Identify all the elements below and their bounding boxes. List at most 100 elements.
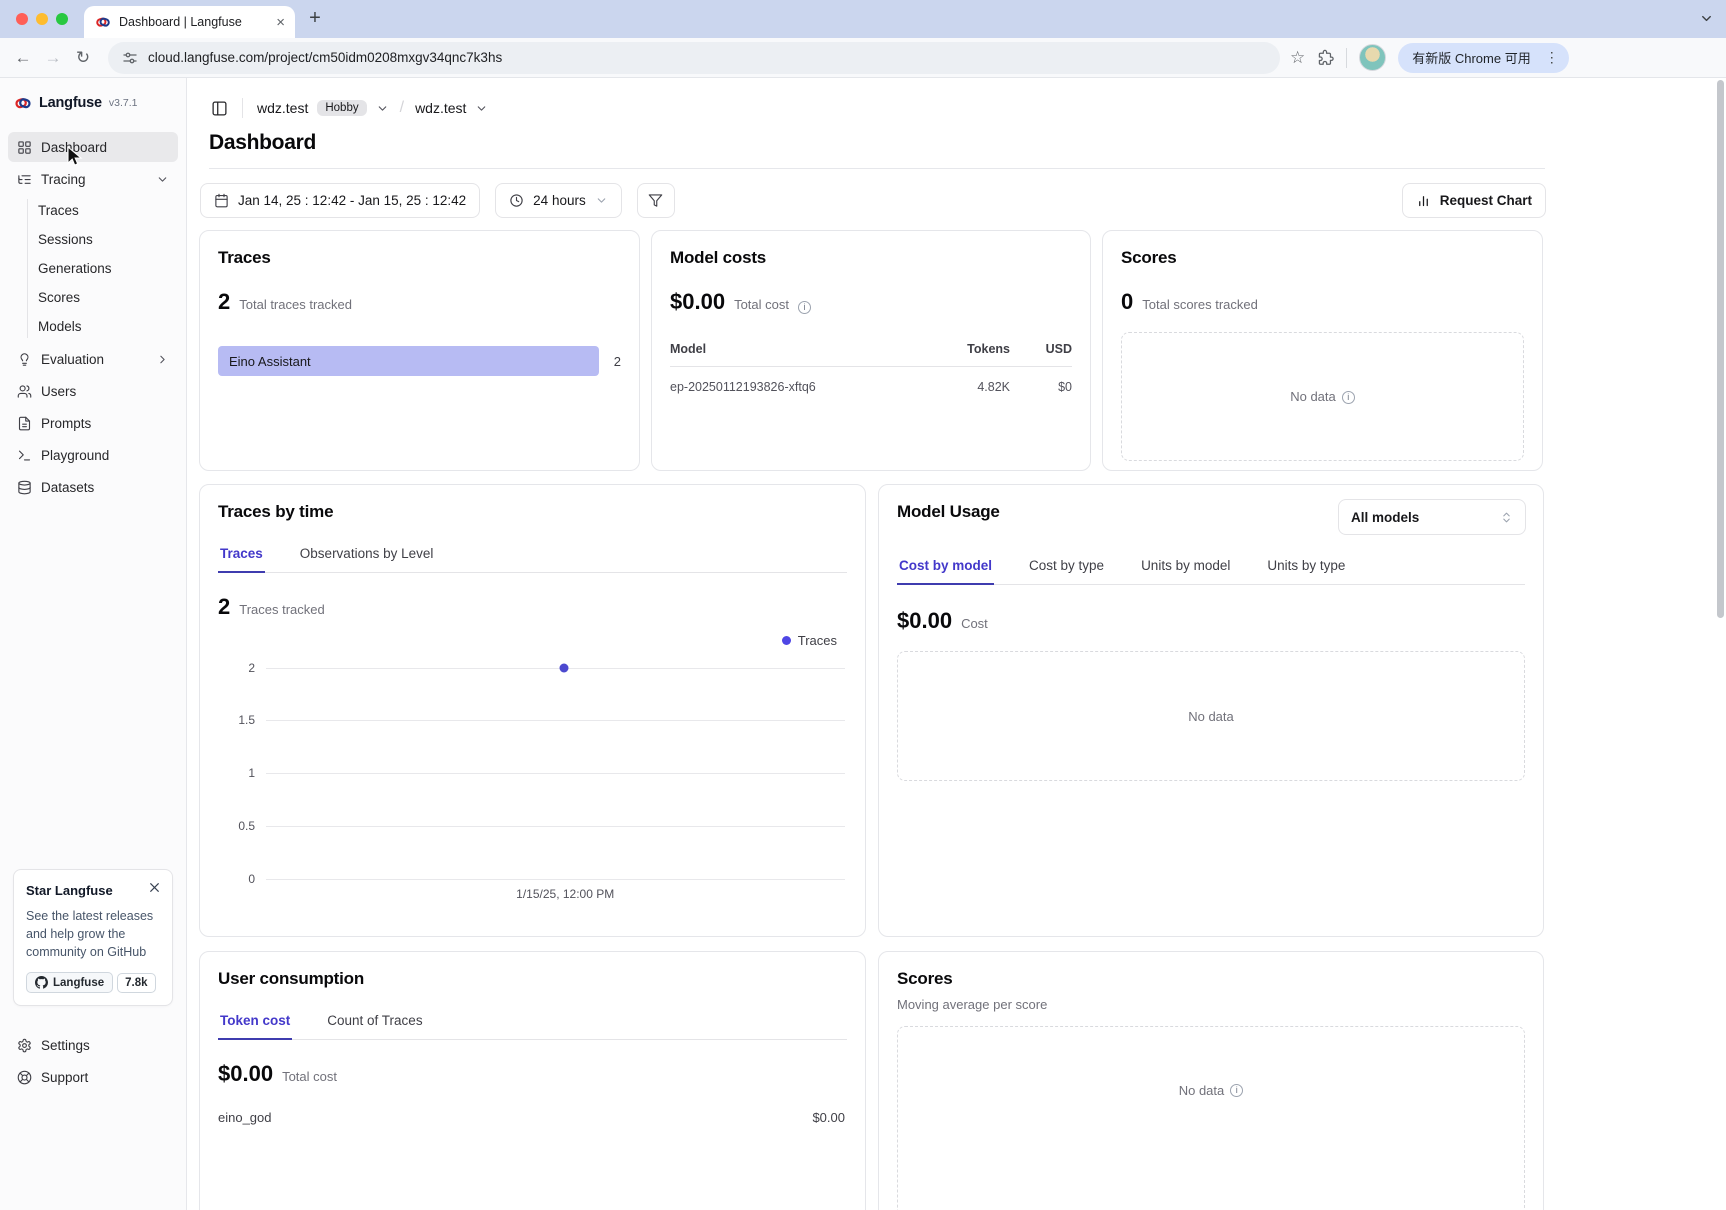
header-divider: [209, 168, 1545, 169]
sidebar-toggle-icon[interactable]: [211, 100, 228, 117]
card-title: Model costs: [670, 248, 1072, 268]
extensions-puzzle-icon[interactable]: [1317, 49, 1334, 66]
gridline: 0.5: [266, 826, 845, 827]
sidebar-item-users[interactable]: Users: [8, 376, 178, 406]
y-axis-tick: 0: [248, 872, 255, 886]
profile-avatar[interactable]: [1359, 44, 1386, 71]
legend-dot-icon: [782, 636, 791, 645]
tab-observations-by-level[interactable]: Observations by Level: [298, 536, 436, 572]
sub-item-label: Models: [38, 319, 82, 334]
filter-button[interactable]: [637, 183, 675, 218]
no-data-placeholder: No data i: [1121, 332, 1524, 461]
table-row: ep-20250112193826-xftq6 4.82K $0: [670, 367, 1072, 394]
tokens-cell: 4.82K: [925, 380, 1010, 394]
card-title: Traces: [218, 248, 621, 268]
sidebar-item-evaluation[interactable]: Evaluation: [8, 344, 178, 374]
new-tab-button[interactable]: +: [303, 7, 327, 30]
tab-count-of-traces[interactable]: Count of Traces: [325, 1003, 424, 1039]
forward-button[interactable]: →: [38, 48, 68, 68]
tab-search-chevron-icon[interactable]: [1699, 11, 1714, 26]
lightbulb-icon: [17, 352, 32, 367]
sidebar-item-traces[interactable]: Traces: [0, 196, 186, 225]
time-window-select[interactable]: 24 hours: [495, 183, 622, 218]
y-axis-tick: 1: [248, 766, 255, 780]
total-cost-value: $0.00: [670, 289, 725, 315]
trace-name-bar[interactable]: Eino Assistant: [218, 346, 599, 376]
star-langfuse-card: Star Langfuse See the latest releases an…: [13, 869, 173, 1006]
sidebar-item-prompts[interactable]: Prompts: [8, 408, 178, 438]
gridline: 1: [266, 773, 845, 774]
bar-chart-icon: [1416, 193, 1431, 208]
github-star-count[interactable]: 7.8k: [117, 973, 155, 993]
gridline: 1.5: [266, 720, 845, 721]
sidebar-item-playground[interactable]: Playground: [8, 440, 178, 470]
model-usage-stat: $0.00 Cost: [897, 608, 1525, 634]
traces-by-time-tabs: Traces Observations by Level: [218, 536, 847, 573]
window-zoom-button[interactable]: [56, 13, 68, 25]
legend-label: Traces: [798, 633, 837, 648]
tab-traces[interactable]: Traces: [218, 536, 265, 572]
github-repo-label: Langfuse: [53, 977, 104, 989]
reload-button[interactable]: ↻: [68, 48, 98, 68]
life-buoy-icon: [17, 1070, 32, 1085]
window-close-button[interactable]: [16, 13, 28, 25]
model-usage-card: Model Usage All models Cost by model Cos…: [878, 484, 1544, 937]
tab-cost-by-model[interactable]: Cost by model: [897, 548, 994, 584]
close-icon[interactable]: [148, 881, 161, 894]
tab-cost-by-type[interactable]: Cost by type: [1027, 548, 1106, 584]
user-row[interactable]: eino_god $0.00: [218, 1110, 847, 1125]
address-bar[interactable]: cloud.langfuse.com/project/cm50idm0208mx…: [108, 42, 1280, 74]
tab-close-icon[interactable]: ×: [276, 15, 285, 30]
traces-chart-xaxis: 1/15/25, 12:00 PM: [266, 879, 847, 905]
sidebar-item-dashboard[interactable]: Dashboard: [8, 132, 178, 162]
scores-stat: 0 Total scores tracked: [1121, 289, 1524, 315]
url-text: cloud.langfuse.com/project/cm50idm0208mx…: [148, 50, 502, 65]
github-repo-button[interactable]: Langfuse: [26, 972, 113, 993]
back-button[interactable]: ←: [8, 48, 38, 68]
user-cost: $0.00: [812, 1110, 845, 1125]
chevron-down-icon[interactable]: [376, 102, 389, 115]
sidebar-item-label: Dashboard: [41, 140, 107, 155]
column-header: USD: [1010, 342, 1072, 356]
grid-icon: [17, 140, 32, 155]
toolbar-right-cluster: ☆ 有新版 Chrome 可用 ⋮: [1290, 43, 1569, 73]
page-title: Dashboard: [199, 131, 1726, 155]
org-name[interactable]: wdz.test: [257, 100, 308, 116]
browser-tab[interactable]: Dashboard | Langfuse ×: [84, 6, 295, 38]
trace-name-bar-row: Eino Assistant 2: [218, 346, 621, 376]
project-name[interactable]: wdz.test: [415, 100, 466, 116]
bookmark-star-icon[interactable]: ☆: [1290, 48, 1305, 68]
no-data-text: No data: [1179, 1083, 1225, 1098]
breadcrumb: wdz.test Hobby / wdz.test: [199, 94, 1726, 122]
sidebar-item-scores[interactable]: Scores: [0, 283, 186, 312]
chrome-update-button[interactable]: 有新版 Chrome 可用 ⋮: [1398, 43, 1568, 73]
data-point[interactable]: [560, 663, 569, 672]
page-scrollbar[interactable]: [1717, 80, 1724, 618]
info-icon[interactable]: i: [798, 301, 811, 314]
y-axis-tick: 2: [248, 661, 255, 675]
sidebar-item-support[interactable]: Support: [8, 1062, 178, 1092]
browser-menu-kebab-icon[interactable]: ⋮: [1541, 49, 1563, 66]
chevron-down-icon[interactable]: [475, 102, 488, 115]
funnel-icon: [648, 193, 663, 208]
sidebar-item-sessions[interactable]: Sessions: [0, 225, 186, 254]
sidebar-item-generations[interactable]: Generations: [0, 254, 186, 283]
date-range-picker[interactable]: Jan 14, 25 : 12:42 - Jan 15, 25 : 12:42: [200, 183, 480, 218]
sidebar-item-tracing[interactable]: Tracing: [8, 164, 178, 194]
sidebar-item-settings[interactable]: Settings: [8, 1030, 178, 1060]
main-content: wdz.test Hobby / wdz.test Dashboard Jan …: [187, 78, 1726, 1210]
tab-units-by-model[interactable]: Units by model: [1139, 548, 1232, 584]
request-chart-button[interactable]: Request Chart: [1402, 183, 1546, 218]
traces-count: 2: [218, 289, 230, 315]
sidebar-item-models[interactable]: Models: [0, 312, 186, 341]
scores-summary-card: Scores 0 Total scores tracked No data i: [1102, 230, 1543, 471]
app-version: v3.7.1: [109, 97, 138, 109]
sidebar-item-label: Settings: [41, 1038, 90, 1053]
chevron-down-icon: [156, 173, 169, 186]
tab-units-by-type[interactable]: Units by type: [1265, 548, 1347, 584]
window-minimize-button[interactable]: [36, 13, 48, 25]
tab-token-cost[interactable]: Token cost: [218, 1003, 292, 1039]
site-settings-icon[interactable]: [122, 50, 138, 66]
all-models-select[interactable]: All models: [1338, 499, 1526, 535]
sidebar-item-datasets[interactable]: Datasets: [8, 472, 178, 502]
